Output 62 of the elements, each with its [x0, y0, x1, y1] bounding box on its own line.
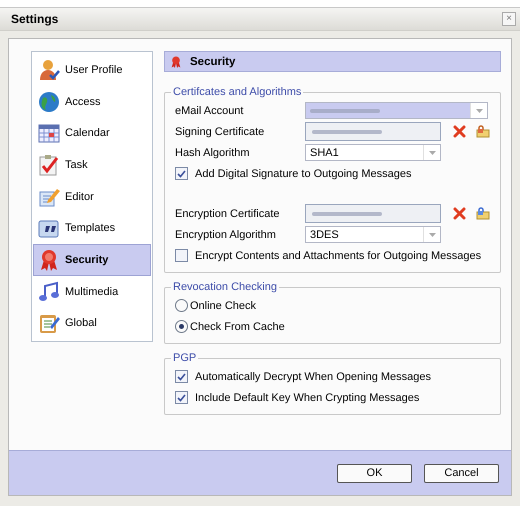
remove-icon: [453, 207, 466, 220]
radio-label: Online Check: [190, 300, 256, 312]
sidebar-item[interactable]: Multimedia: [33, 276, 151, 308]
ok-button[interactable]: OK: [337, 464, 412, 482]
checklist-icon: [38, 154, 60, 176]
dropdown-arrow-icon: [476, 108, 482, 112]
dropdown-value: SHA1: [310, 146, 339, 158]
checkbox-label: Add Digital Signature to Outgoing Messages: [195, 168, 412, 180]
checkbox[interactable]: [175, 370, 188, 383]
radio-label: Check From Cache: [190, 320, 285, 332]
sidebar-item[interactable]: Editor: [33, 180, 151, 212]
dropdown-arrow-icon: [428, 232, 436, 236]
clipboard-icon: [38, 312, 60, 334]
sidebar-item[interactable]: Task: [33, 149, 151, 181]
window-title: Settings: [11, 12, 58, 26]
sidebar-item[interactable]: Templates: [33, 212, 151, 244]
sidebar-item[interactable]: Global: [33, 307, 151, 340]
checkbox[interactable]: [175, 249, 188, 262]
checkmark-icon: [177, 394, 186, 402]
radio-button[interactable]: [175, 299, 188, 312]
checkbox-label: Encrypt Contents and Attachments for Outgoing Messages: [195, 250, 482, 262]
checkbox[interactable]: [175, 167, 188, 180]
sidebar-item[interactable]: Access: [33, 86, 151, 118]
cancel-button[interactable]: Cancel: [424, 464, 499, 482]
field-label: Signing Certificate: [175, 126, 266, 138]
sidebar-item[interactable]: User Profile: [33, 54, 151, 86]
dropdown[interactable]: SHA1: [305, 144, 441, 161]
checkmark-icon: [177, 372, 186, 380]
certificate-field[interactable]: [305, 122, 441, 141]
close-button[interactable]: ×: [502, 12, 516, 26]
certificate-field[interactable]: [305, 204, 441, 223]
sidebar-item[interactable]: Security: [33, 244, 151, 276]
dropdown[interactable]: [305, 102, 488, 119]
remove-button[interactable]: [453, 207, 466, 220]
group-title: Certifcates and Algorithms: [172, 86, 302, 98]
sidebar-item[interactable]: Calendar: [33, 117, 151, 150]
checkbox[interactable]: [175, 391, 188, 404]
field-label: eMail Account: [175, 104, 244, 116]
group-title: Revocation Checking: [172, 281, 278, 293]
field-label: Encryption Algorithm: [175, 228, 277, 240]
section-title: Security: [190, 56, 236, 68]
field-label: Encryption Certificate: [175, 208, 281, 220]
blurred-value-drawing: [312, 128, 382, 134]
ribbon-icon: [170, 54, 182, 68]
ribbon-icon: [38, 248, 60, 271]
field-label: Hash Algorithm: [175, 146, 251, 158]
radio-button[interactable]: [175, 320, 188, 333]
remove-button[interactable]: [453, 125, 466, 138]
group-title: PGP: [172, 352, 198, 364]
dropdown-value: 3DES: [310, 228, 339, 240]
music-notes-icon: [38, 280, 60, 303]
globe-icon: [38, 90, 60, 112]
blurred-value-drawing: [312, 210, 382, 216]
calendar-icon: [38, 122, 60, 144]
dropdown-arrow-icon: [428, 150, 436, 154]
checkbox-label: Include Default Key When Crypting Messages: [195, 392, 420, 404]
checkmark-icon: [177, 170, 186, 178]
user-icon: [38, 58, 60, 81]
dropdown[interactable]: 3DES: [305, 226, 441, 243]
blurred-value-drawing: [310, 108, 380, 114]
checkbox-label: Automatically Decrypt When Opening Messages: [195, 370, 431, 382]
remove-icon: [453, 125, 466, 138]
